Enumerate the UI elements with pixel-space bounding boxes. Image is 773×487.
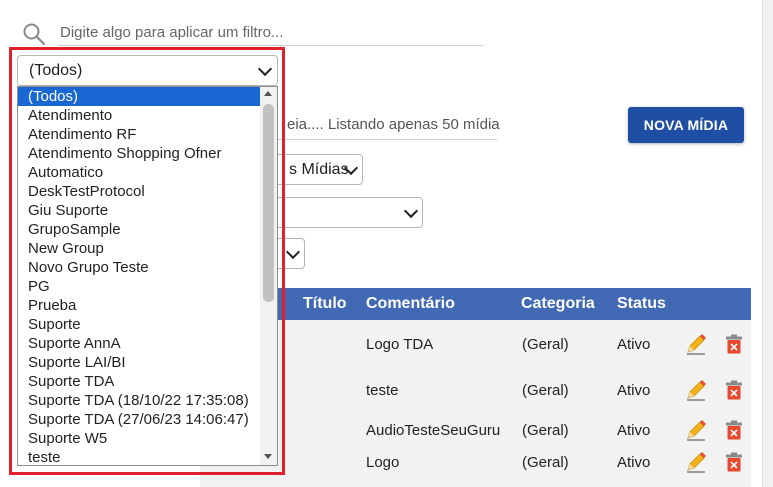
group-option[interactable]: Suporte LAI/BI — [18, 353, 277, 372]
options-scrollbar-thumb[interactable] — [263, 104, 274, 302]
group-option[interactable]: Novo Grupo Teste — [18, 258, 277, 277]
group-option[interactable]: Giu Suporte — [18, 201, 277, 220]
scroll-up-arrow-icon[interactable] — [264, 91, 272, 96]
group-option[interactable]: (Todos) — [18, 87, 277, 106]
cell-status: Ativo — [617, 422, 651, 439]
header-categoria[interactable]: Categoria — [521, 295, 595, 313]
header-titulo[interactable]: Título — [303, 295, 347, 313]
edit-pencil-icon[interactable] — [685, 333, 707, 355]
group-option[interactable]: Suporte TDA — [18, 372, 277, 391]
cell-categoria: (Geral) — [522, 382, 569, 399]
edit-pencil-icon[interactable] — [685, 419, 707, 441]
filter-search-input[interactable] — [58, 20, 483, 46]
chevron-down-icon — [403, 203, 419, 218]
group-option[interactable]: DeskTestProtocol — [18, 182, 277, 201]
trash-icon[interactable] — [725, 334, 743, 354]
group-option[interactable]: Suporte W5 — [18, 429, 277, 448]
cell-comentario: Logo TDA — [366, 336, 434, 353]
cell-categoria: (Geral) — [522, 454, 569, 471]
group-select-value: (Todos) — [29, 62, 83, 79]
header-status[interactable]: Status — [617, 295, 666, 313]
group-option[interactable]: Atendimento — [18, 106, 277, 125]
cell-comentario: teste — [366, 382, 399, 399]
search-icon — [23, 23, 46, 46]
cell-status: Ativo — [617, 336, 651, 353]
group-option[interactable]: Automatico — [18, 163, 277, 182]
trash-icon[interactable] — [725, 380, 743, 400]
chevron-down-icon — [285, 244, 301, 259]
group-option[interactable]: teste — [18, 448, 277, 465]
group-select[interactable]: (Todos) — [17, 55, 278, 86]
cell-status: Ativo — [617, 454, 651, 471]
trash-icon[interactable] — [725, 452, 743, 472]
page-scrollbar-border — [762, 0, 763, 487]
cell-comentario: Logo — [366, 454, 400, 471]
edit-pencil-icon[interactable] — [685, 451, 707, 473]
chevron-down-icon — [257, 61, 273, 76]
group-option[interactable]: GrupoSample — [18, 220, 277, 239]
scroll-down-arrow-icon[interactable] — [264, 454, 272, 459]
cell-categoria: (Geral) — [522, 336, 569, 353]
cell-categoria: (Geral) — [522, 422, 569, 439]
group-option[interactable]: Atendimento Shopping Ofner — [18, 144, 277, 163]
group-option[interactable]: PG — [18, 277, 277, 296]
group-option[interactable]: Suporte AnnA — [18, 334, 277, 353]
edit-pencil-icon[interactable] — [685, 379, 707, 401]
group-option[interactable]: Suporte — [18, 315, 277, 334]
cell-status: Ativo — [617, 382, 651, 399]
group-option[interactable]: Prueba — [18, 296, 277, 315]
group-option[interactable]: Suporte TDA (18/10/22 17:35:08) — [18, 391, 277, 410]
group-option[interactable]: New Group — [18, 239, 277, 258]
header-comentario[interactable]: Comentário — [366, 295, 455, 313]
page-scrollbar[interactable] — [762, 0, 773, 487]
group-options-list[interactable]: (Todos) Atendimento Atendimento RF Atend… — [17, 86, 278, 466]
cell-comentario: AudioTesteSeuGuru — [366, 422, 501, 439]
trash-icon[interactable] — [725, 420, 743, 440]
nova-midia-button[interactable]: NOVA MÍDIA — [628, 107, 744, 143]
media-search-text: eia.... Listando apenas 50 mídia — [287, 116, 500, 133]
media-type-select-value: s Mídias — [289, 161, 349, 178]
group-option[interactable]: Atendimento RF — [18, 125, 277, 144]
group-option[interactable]: Suporte TDA (27/06/23 14:06:47) — [18, 410, 277, 429]
